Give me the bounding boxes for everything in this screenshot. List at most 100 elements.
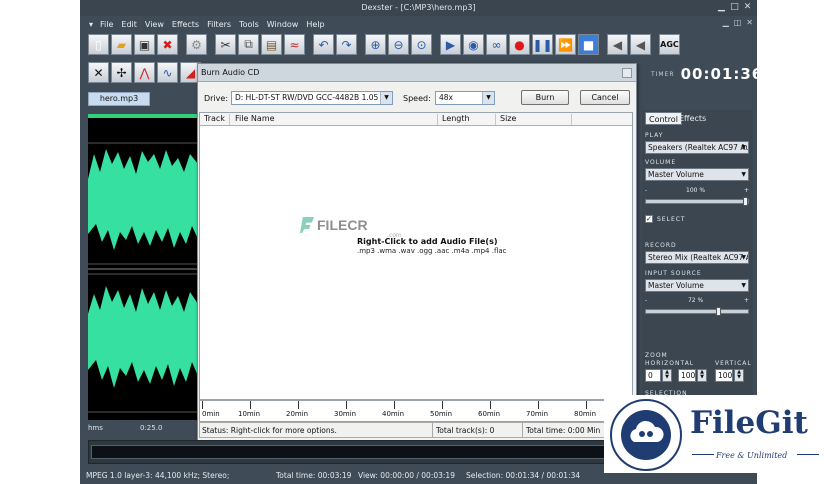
input-slider-thumb[interactable] bbox=[715, 307, 721, 316]
column-file-name[interactable]: File Name bbox=[230, 114, 438, 125]
agc-button[interactable]: AGC bbox=[659, 34, 680, 55]
mdi-minimize-icon[interactable]: ▁ bbox=[723, 18, 729, 27]
record-icon[interactable]: ● bbox=[509, 34, 530, 55]
mdi-close-icon[interactable]: ✕ bbox=[746, 18, 753, 27]
speaker-left-icon[interactable]: ◀ bbox=[607, 34, 628, 55]
supported-formats: .mp3 .wma .wav .ogg .aac .m4a .mp4 .flac bbox=[357, 247, 507, 255]
copy-icon[interactable]: ⧉ bbox=[238, 34, 259, 55]
redo-icon[interactable]: ↷ bbox=[336, 34, 357, 55]
volume-slider-thumb[interactable] bbox=[743, 197, 748, 206]
maximize-button[interactable]: □ bbox=[729, 2, 740, 13]
column-length[interactable]: Length bbox=[438, 114, 496, 125]
zoom-h-field[interactable]: 100 bbox=[678, 369, 696, 382]
column-track[interactable]: Track bbox=[200, 114, 230, 125]
volume-source-select[interactable]: Master Volume ▼ bbox=[645, 168, 749, 181]
column-size[interactable]: Size bbox=[496, 114, 572, 125]
record-label: RECORD bbox=[645, 242, 677, 249]
watermark-text: FILECR bbox=[317, 217, 368, 233]
menu-filters[interactable]: Filters bbox=[206, 20, 232, 29]
cancel-button[interactable]: Cancel bbox=[580, 90, 630, 105]
loop-icon[interactable]: ∞ bbox=[486, 34, 507, 55]
record-device-select[interactable]: Stereo Mix (Realtek AC97 A ▼ bbox=[645, 251, 749, 264]
spin-arrows-icon[interactable]: ▲ ▼ bbox=[734, 369, 744, 382]
stop-icon[interactable]: ■ bbox=[578, 34, 599, 55]
scroll-track[interactable] bbox=[91, 445, 675, 459]
play-label: PLAY bbox=[645, 132, 664, 139]
zoom-label: ZOOM bbox=[645, 352, 668, 359]
zoom-h-min-field[interactable]: 0 bbox=[645, 369, 661, 382]
status-view: View: 00:00:00 / 00:03:19 bbox=[358, 471, 455, 480]
zoom-out-icon[interactable]: ⊖ bbox=[388, 34, 409, 55]
menu-effects[interactable]: Effects bbox=[171, 20, 200, 29]
close-button[interactable]: ✕ bbox=[742, 2, 753, 13]
save-icon[interactable]: ▣ bbox=[134, 34, 155, 55]
effects-toolbar: ✕ ✢ ⋀ ∿ ◢ bbox=[88, 62, 201, 83]
timeline-tick: 10min bbox=[238, 410, 261, 418]
timeline-tick: 80min bbox=[574, 410, 597, 418]
pause-icon[interactable]: ❚❚ bbox=[532, 34, 553, 55]
input-minus-icon[interactable]: - bbox=[645, 297, 647, 304]
time-ruler: hms 0:25.0 bbox=[88, 420, 198, 438]
menu-window[interactable]: Window bbox=[266, 20, 300, 29]
play-device-select[interactable]: Speakers (Realtek AC97 Au ▼ bbox=[645, 141, 749, 154]
burn-button[interactable]: Burn bbox=[521, 90, 569, 105]
mdi-restore-icon[interactable]: ◫ bbox=[734, 18, 742, 27]
horizontal-label: HORIZONTAL bbox=[645, 360, 695, 367]
waveform-graph bbox=[88, 142, 198, 413]
tab-effects[interactable]: Effects bbox=[676, 112, 709, 125]
fit-horizontal-icon[interactable]: ✕ bbox=[88, 62, 109, 83]
file-tab[interactable]: hero.mp3 bbox=[88, 92, 150, 106]
paste-icon[interactable]: ▤ bbox=[261, 34, 282, 55]
open-folder-icon[interactable]: ▰ bbox=[111, 34, 132, 55]
zoom-in-icon[interactable]: ⊕ bbox=[365, 34, 386, 55]
app-menu-icon[interactable]: ▾ bbox=[89, 20, 93, 29]
menu-edit[interactable]: Edit bbox=[120, 20, 138, 29]
volume-plus-icon[interactable]: + bbox=[744, 187, 749, 194]
timeline-tick: 0min bbox=[202, 410, 220, 418]
vertical-label: VERTICAL bbox=[715, 360, 752, 367]
minimize-button[interactable]: ▁ bbox=[716, 2, 727, 13]
delete-icon[interactable]: ✖ bbox=[157, 34, 178, 55]
volume-slider[interactable] bbox=[645, 197, 749, 206]
play-from-cursor-icon[interactable]: ◉ bbox=[463, 34, 484, 55]
amplify-icon[interactable]: ⋀ bbox=[134, 62, 155, 83]
speaker-right-icon[interactable]: ◀ bbox=[630, 34, 651, 55]
drive-select[interactable]: D: HL-DT-ST RW/DVD GCC-4482B 1.05 ▼ bbox=[231, 91, 393, 105]
undo-icon[interactable]: ↶ bbox=[313, 34, 334, 55]
zoom-v-field[interactable]: 100 bbox=[715, 369, 733, 382]
zoom-fit-icon[interactable]: ⊙ bbox=[411, 34, 432, 55]
play-device-value: Speakers (Realtek AC97 Au bbox=[648, 143, 749, 152]
filegit-tagline: Free & Unlimited bbox=[716, 451, 788, 460]
speed-select[interactable]: 48x ▼ bbox=[435, 91, 495, 105]
timeline-tick: 50min bbox=[430, 410, 453, 418]
menu-tools[interactable]: Tools bbox=[238, 20, 260, 29]
fit-vertical-icon[interactable]: ✢ bbox=[111, 62, 132, 83]
spin-arrows-icon[interactable]: ▲ ▼ bbox=[662, 369, 672, 382]
fast-forward-icon[interactable]: ⏩ bbox=[555, 34, 576, 55]
play-icon[interactable]: ▶ bbox=[440, 34, 461, 55]
track-list[interactable]: Track File Name Length Size FILECR .com … bbox=[199, 112, 633, 400]
menu-file[interactable]: File bbox=[99, 20, 114, 29]
mix-paste-icon[interactable]: ≈ bbox=[284, 34, 305, 55]
horizontal-scrollbar[interactable] bbox=[88, 440, 678, 464]
input-source-select[interactable]: Master Volume ▼ bbox=[645, 279, 749, 292]
chevron-down-icon: ▼ bbox=[741, 254, 746, 261]
input-slider[interactable] bbox=[645, 307, 749, 316]
settings-gear-icon[interactable]: ⚙ bbox=[186, 34, 207, 55]
menu-view[interactable]: View bbox=[144, 20, 165, 29]
volume-percent: 100 % bbox=[686, 187, 706, 194]
menu-help[interactable]: Help bbox=[305, 20, 325, 29]
dialog-close-icon[interactable] bbox=[622, 68, 632, 78]
input-plus-icon[interactable]: + bbox=[744, 297, 749, 304]
waveform-view[interactable] bbox=[88, 114, 198, 420]
cut-icon[interactable]: ✂ bbox=[215, 34, 236, 55]
drive-select-value: D: HL-DT-ST RW/DVD GCC-4482B 1.05 bbox=[235, 93, 379, 102]
dialog-title: Burn Audio CD bbox=[198, 64, 636, 82]
spin-arrows-icon[interactable]: ▲ ▼ bbox=[697, 369, 707, 382]
chevron-down-icon: ▼ bbox=[380, 92, 392, 104]
menu-bar: ▾ File Edit View Effects Filters Tools W… bbox=[80, 16, 757, 32]
volume-minus-icon[interactable]: - bbox=[645, 187, 647, 194]
select-checkbox[interactable]: ✓ SELECT bbox=[645, 215, 686, 223]
new-file-icon[interactable]: ▯ bbox=[88, 34, 109, 55]
normalize-icon[interactable]: ∿ bbox=[157, 62, 178, 83]
